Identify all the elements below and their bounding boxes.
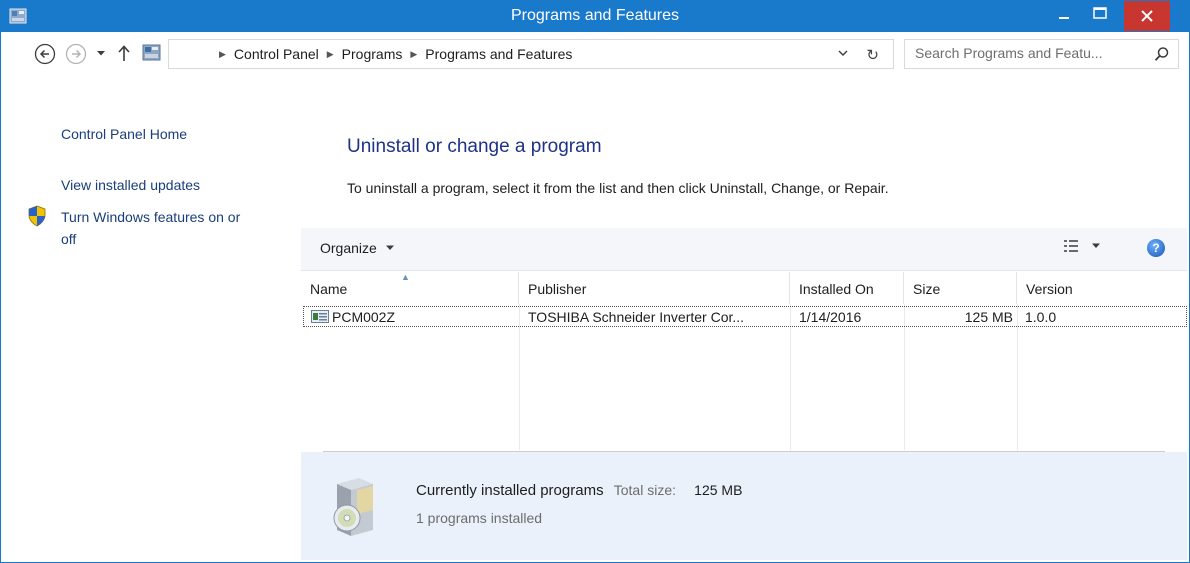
main-content: Uninstall or change a program To uninsta…: [299, 78, 1189, 562]
column-header-name-label: Name: [310, 281, 348, 297]
column-header-version-label: Version: [1026, 281, 1073, 297]
view-options-icon: [1064, 240, 1078, 252]
maximize-icon[interactable]: [1081, 1, 1119, 32]
view-installed-updates-link[interactable]: View installed updates: [61, 174, 200, 196]
refresh-icon[interactable]: ↻: [866, 46, 879, 64]
close-icon[interactable]: [1124, 1, 1170, 31]
column-header-name[interactable]: Name ▲: [301, 272, 519, 304]
instructions-text: To uninstall a program, select it from t…: [347, 180, 889, 196]
cell-name: PCM002Z: [332, 309, 396, 325]
cell-installed-on: 1/14/2016: [799, 309, 862, 325]
up-arrow-icon[interactable]: [117, 44, 131, 62]
breadcrumb-programs-and-features[interactable]: Programs and Features: [425, 46, 572, 62]
program-icon: [311, 310, 329, 323]
software-box-icon: [333, 478, 373, 536]
installed-summary: Currently installed programs Total size:…: [416, 482, 742, 499]
breadcrumb-control-panel[interactable]: Control Panel: [234, 46, 319, 62]
details-pane: Currently installed programs Total size:…: [301, 452, 1187, 560]
programs-features-window: Programs and Features ▶ Control Panel ▶ …: [0, 0, 1190, 563]
address-bar[interactable]: ▶ Control Panel ▶ Programs ▶ Programs an…: [168, 39, 894, 69]
program-count: 1 programs installed: [416, 510, 543, 526]
help-icon[interactable]: ?: [1147, 239, 1165, 257]
details-title: Currently installed programs: [416, 482, 604, 499]
organize-label: Organize: [320, 240, 377, 256]
back-arrow-icon[interactable]: [34, 43, 56, 65]
command-toolbar: Organize ?: [301, 228, 1187, 271]
total-size-label: Total size:: [613, 482, 676, 498]
address-dropdown-icon[interactable]: [837, 48, 849, 58]
cell-size: 125 MB: [964, 309, 1013, 325]
column-header-size[interactable]: Size: [904, 272, 1017, 304]
windows-features-link-line1[interactable]: Turn Windows features on or: [61, 206, 240, 228]
column-header-installed-on[interactable]: Installed On: [790, 272, 904, 304]
column-header-installed-on-label: Installed On: [799, 281, 874, 297]
breadcrumb-chevron-icon[interactable]: ▶: [327, 49, 334, 60]
table-row[interactable]: PCM002Z TOSHIBA Schneider Inverter Cor..…: [303, 306, 1187, 327]
control-panel-icon: [142, 44, 161, 61]
minimize-icon[interactable]: [1050, 1, 1078, 32]
window-title: Programs and Features: [510, 7, 680, 24]
breadcrumb-chevron-icon[interactable]: ▶: [410, 49, 417, 60]
sort-ascending-icon: ▲: [401, 272, 410, 282]
column-header-size-label: Size: [913, 281, 941, 297]
forward-arrow-icon[interactable]: [65, 43, 87, 65]
breadcrumb-programs[interactable]: Programs: [342, 46, 403, 62]
cell-publisher: TOSHIBA Schneider Inverter Cor...: [528, 309, 745, 325]
list-header: Name ▲ Publisher Installed On Size Versi…: [301, 272, 1187, 304]
left-task-pane: Control Panel Home View installed update…: [1, 78, 299, 562]
breadcrumb: ▶ Control Panel ▶ Programs ▶ Programs an…: [211, 46, 572, 62]
cell-version: 1.0.0: [1025, 309, 1057, 325]
view-dropdown-icon: [1092, 243, 1100, 248]
search-icon[interactable]: [1154, 46, 1170, 62]
column-header-publisher[interactable]: Publisher: [519, 272, 790, 304]
recent-dropdown-icon[interactable]: [96, 50, 106, 58]
page-title: Uninstall or change a program: [347, 136, 602, 157]
total-size-value: 125 MB: [694, 482, 743, 498]
control-panel-home-link[interactable]: Control Panel Home: [61, 123, 187, 145]
search-box[interactable]: [904, 39, 1179, 69]
organize-button[interactable]: Organize: [320, 240, 395, 256]
view-options-button[interactable]: [1063, 239, 1101, 253]
column-header-publisher-label: Publisher: [528, 281, 587, 297]
breadcrumb-chevron-icon[interactable]: ▶: [219, 49, 226, 60]
title-bar: Programs and Features: [1, 1, 1189, 32]
uac-shield-icon: [28, 205, 46, 227]
search-input[interactable]: [915, 45, 1140, 61]
windows-features-link-line2[interactable]: off: [61, 228, 76, 250]
navigation-bar: ▶ Control Panel ▶ Programs ▶ Programs an…: [1, 32, 1189, 78]
column-header-version[interactable]: Version: [1017, 272, 1187, 304]
chevron-down-icon: [385, 245, 394, 250]
